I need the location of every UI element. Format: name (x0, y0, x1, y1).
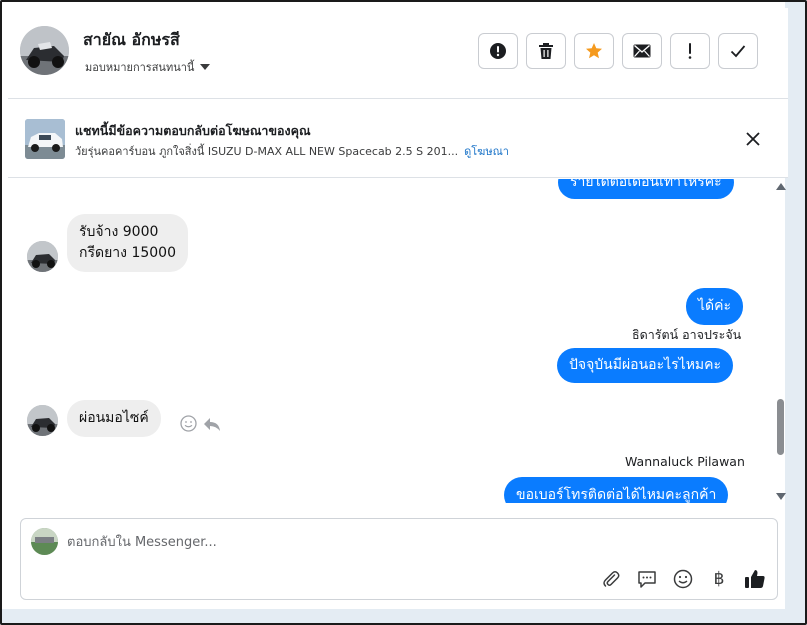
message-text-line: กรีดยาง 15000 (79, 245, 176, 261)
ad-description: วัยรุ่นคอคาร์บอน ภูกใจสิ่งนี้ ISUZU D-MA… (75, 145, 459, 158)
checkmark-icon (730, 45, 746, 58)
contact-avatar-small[interactable] (27, 241, 58, 272)
ad-banner-subtitle: วัยรุ่นคอคาร์บอน ภูกใจสิ่งนี้ ISUZU D-MA… (75, 142, 509, 160)
scrollbar-thumb[interactable] (777, 399, 784, 455)
trash-icon (539, 43, 553, 59)
outgoing-message[interactable]: ขอเบอร์โทรติดต่อได้ไหมคะลูกค้า (504, 477, 729, 503)
scroll-up-arrow[interactable] (776, 183, 786, 190)
view-ad-link[interactable]: ดูโฆษณา (464, 145, 509, 158)
ad-reply-banner: แชทนี้มีข้อความตอบกลับต่อโฆษณาของคุณ วัย… (8, 98, 788, 178)
follow-up-button[interactable] (670, 33, 710, 69)
scroll-down-arrow[interactable] (776, 493, 786, 500)
delete-button[interactable] (526, 33, 566, 69)
like-button[interactable] (743, 567, 767, 591)
assign-conversation-dropdown[interactable]: มอบหมายการสนทนานี้ (85, 58, 211, 76)
contact-avatar[interactable] (20, 26, 69, 75)
ad-banner-title: แชทนี้มีข้อความตอบกลับต่อโฆษณาของคุณ (75, 123, 311, 138)
sender-name: ธิดารัตน์ อาจประจัน (632, 327, 742, 342)
contact-name: สายัณ อักษรสี (83, 30, 180, 49)
contact-avatar-small[interactable] (27, 405, 58, 436)
composer-tools: ฿ (599, 567, 767, 591)
incoming-message[interactable]: รับจ้าง 9000 กรีดยาง 15000 (67, 214, 188, 272)
exclamation-icon (688, 43, 692, 59)
message-text-line: รับจ้าง 9000 (79, 224, 159, 240)
message-thread: รายได้ต่อเดือนเท่าไหร่คะ รับจ้าง 9000 กร… (8, 179, 768, 503)
page-avatar (31, 528, 58, 555)
message-actions (180, 415, 221, 432)
message-composer: ฿ (20, 518, 778, 600)
message-text: ได้ค่ะ (698, 298, 732, 314)
window-bottom-strip (2, 609, 805, 623)
baht-icon: ฿ (713, 569, 725, 589)
exclamation-circle-icon (490, 43, 506, 59)
report-button[interactable] (478, 33, 518, 69)
message-text: ผ่อนมอไซค์ (79, 410, 149, 426)
close-banner-button[interactable] (743, 129, 763, 149)
assign-label: มอบหมายการสนทนานี้ (85, 61, 195, 74)
emoji-icon (673, 569, 693, 589)
star-icon (586, 43, 602, 59)
outgoing-message[interactable]: รายได้ต่อเดือนเท่าไหร่คะ (558, 179, 734, 199)
thumbs-up-icon (745, 570, 765, 588)
star-button[interactable] (574, 33, 614, 69)
mark-done-button[interactable] (718, 33, 758, 69)
close-icon (746, 132, 760, 146)
outgoing-message[interactable]: ได้ค่ะ (686, 288, 744, 325)
thread-scrollbar[interactable] (772, 179, 790, 503)
ad-thumbnail[interactable] (25, 119, 65, 159)
message-text: รายได้ต่อเดือนเท่าไหร่คะ (570, 179, 722, 190)
reply-icon[interactable] (203, 416, 221, 432)
emoji-react-icon[interactable] (180, 415, 197, 432)
paperclip-icon (603, 571, 620, 587)
message-text: ขอเบอร์โทรติดต่อได้ไหมคะลูกค้า (516, 486, 717, 503)
mark-unread-button[interactable] (622, 33, 662, 69)
emoji-button[interactable] (671, 567, 695, 591)
header-actions (478, 33, 758, 69)
message-text: ปัจจุบันมีผ่อนอะไรไหมคะ (569, 357, 722, 373)
reply-input[interactable] (67, 531, 667, 553)
payment-button[interactable]: ฿ (707, 567, 731, 591)
conversation-header: สายัณ อักษรสี มอบหมายการสนทนานี้ (8, 8, 788, 98)
incoming-message[interactable]: ผ่อนมอไซค์ (67, 400, 161, 437)
messenger-window: สายัณ อักษรสี มอบหมายการสนทนานี้ แชทนี้ม… (0, 0, 807, 625)
speech-bubble-icon (638, 571, 656, 588)
saved-replies-button[interactable] (635, 567, 659, 591)
outgoing-message[interactable]: ปัจจุบันมีผ่อนอะไรไหมคะ (557, 348, 734, 383)
sender-name: Wannaluck Pilawan (625, 454, 745, 469)
attach-button[interactable] (599, 567, 623, 591)
envelope-icon (633, 44, 651, 58)
chevron-down-icon (200, 64, 211, 70)
